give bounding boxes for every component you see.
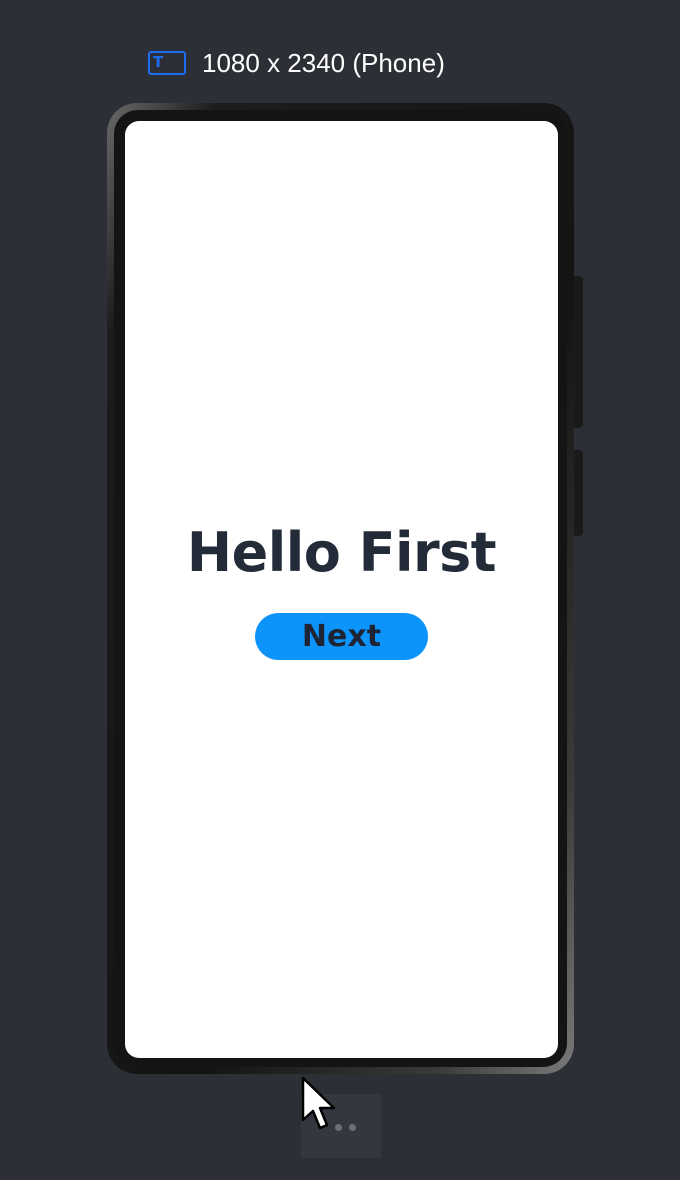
mouse-pointer-icon bbox=[301, 1076, 336, 1130]
more-dots-icon bbox=[349, 1124, 356, 1131]
hello-title: Hello First bbox=[186, 521, 497, 584]
device-resolution-label: 1080 x 2340 (Phone) bbox=[202, 48, 445, 78]
phone-screen: Hello First Next bbox=[125, 121, 558, 1058]
screen-content: Hello First Next bbox=[125, 513, 558, 660]
power-button bbox=[574, 450, 583, 536]
device-selector[interactable]: T 1080 x 2340 (Phone) bbox=[148, 44, 445, 82]
previewer-canvas: T 1080 x 2340 (Phone) Hello First Next bbox=[0, 0, 680, 1180]
tablet-text-icon: T bbox=[148, 51, 186, 75]
next-button[interactable]: Next bbox=[255, 613, 428, 660]
volume-button bbox=[574, 276, 583, 428]
